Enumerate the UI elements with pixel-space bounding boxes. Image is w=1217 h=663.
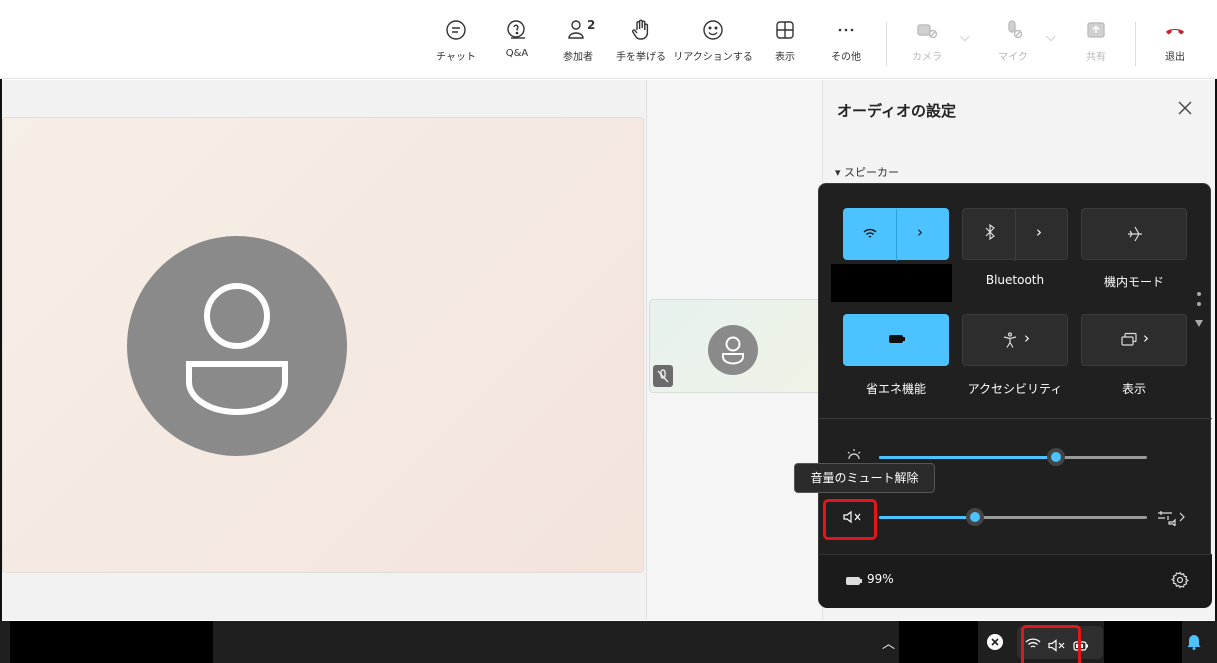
airplane-icon xyxy=(1126,225,1144,247)
show-hidden-icons-chevron-icon[interactable]: ︿ xyxy=(882,633,895,652)
battery-icon xyxy=(845,572,863,591)
bluetooth-icon xyxy=(983,223,997,244)
battery-percentage[interactable]: 99% xyxy=(867,572,894,586)
notification-bell-icon[interactable] xyxy=(1186,632,1202,654)
chat-icon xyxy=(446,20,466,40)
camera-off-icon xyxy=(917,24,938,39)
chevron-right-icon[interactable]: › xyxy=(1143,329,1149,347)
toolbar-divider xyxy=(1135,22,1136,66)
accessibility-label: アクセシビリティ xyxy=(967,382,1063,396)
chevron-right-icon[interactable]: › xyxy=(1024,329,1030,347)
highlight-box xyxy=(823,499,877,540)
display-label: 表示 xyxy=(1121,382,1146,396)
accessibility-icon xyxy=(1001,331,1019,353)
redacted-taskbar-area xyxy=(10,621,213,663)
qa-icon xyxy=(507,20,525,39)
redacted-tray-area xyxy=(899,621,978,663)
share-icon xyxy=(1087,22,1105,38)
more-dots-icon xyxy=(838,28,854,32)
battery-saver-icon xyxy=(888,333,906,349)
participants-count: 2 xyxy=(587,18,596,32)
wifi-icon xyxy=(862,225,878,245)
wifi-toggle[interactable]: › xyxy=(843,208,949,261)
main-video-tile[interactable] xyxy=(2,117,644,573)
meeting-stage xyxy=(2,80,646,620)
bluetooth-toggle[interactable]: › xyxy=(962,208,1068,261)
unmute-tooltip: 音量のミュート解除 xyxy=(794,463,935,493)
chevron-right-icon[interactable]: › xyxy=(917,223,923,241)
share-button[interactable]: 共有 xyxy=(1064,18,1128,63)
battery-saver-toggle[interactable] xyxy=(843,314,949,366)
page-down-arrow-icon[interactable] xyxy=(1195,320,1203,327)
close-icon[interactable] xyxy=(1175,98,1195,118)
mic-muted-badge xyxy=(653,365,673,387)
grid-view-icon xyxy=(776,21,794,39)
close-circle-icon[interactable] xyxy=(986,633,1004,655)
mic-button[interactable]: マイク xyxy=(981,18,1045,63)
redacted-clock-area xyxy=(1104,621,1182,663)
meeting-toolbar: チャット Q&A 参加者 2 手を挙げる リアクションする 表示 その他 カメラ… xyxy=(0,0,1217,79)
chat-button[interactable]: チャット xyxy=(424,18,488,63)
person-icon xyxy=(722,336,744,365)
bluetooth-label: Bluetooth xyxy=(985,273,1045,287)
settings-gear-icon[interactable] xyxy=(1170,571,1190,593)
airplane-mode-toggle[interactable] xyxy=(1081,208,1187,260)
mic-muted-icon xyxy=(657,369,669,383)
audio-output-select-icon[interactable] xyxy=(1156,508,1186,530)
display-toggle[interactable]: › xyxy=(1081,314,1187,366)
toolbar-divider xyxy=(886,22,887,66)
avatar xyxy=(708,325,758,375)
camera-options-chevron-icon[interactable]: ⌵ xyxy=(960,30,970,45)
quick-settings-flyout: › › Bluetooth 機内モード 省エネ機能 › アクセシビリティ › 表… xyxy=(818,183,1212,608)
highlight-box xyxy=(1021,625,1081,663)
person-icon xyxy=(186,283,288,415)
mic-options-chevron-icon[interactable]: ⌵ xyxy=(1046,30,1056,45)
hand-icon xyxy=(632,19,649,40)
redacted-network-name xyxy=(831,264,952,302)
flyout-footer: 99% xyxy=(819,554,1212,608)
accessibility-toggle[interactable]: › xyxy=(962,314,1068,366)
page-dots[interactable] xyxy=(1197,292,1201,312)
battery-saver-label: 省エネ機能 xyxy=(865,382,926,396)
leave-button[interactable]: 退出 xyxy=(1143,18,1207,63)
section-divider xyxy=(819,418,1212,419)
speaker-section-header[interactable]: ▾ スピーカー xyxy=(835,164,899,180)
self-video-tile[interactable] xyxy=(649,299,827,393)
reactions-button[interactable]: リアクションする xyxy=(668,18,758,63)
raise-hand-button[interactable]: 手を挙げる xyxy=(609,18,673,63)
smiley-icon xyxy=(703,20,723,40)
qa-button[interactable]: Q&A xyxy=(485,18,549,59)
more-button[interactable]: その他 xyxy=(814,18,878,63)
chevron-right-icon[interactable]: › xyxy=(1036,223,1042,241)
toggle-divider xyxy=(1015,209,1016,261)
participants-button[interactable]: 参加者 xyxy=(546,18,610,63)
mic-off-icon xyxy=(1008,20,1023,39)
airplane-mode-label: 機内モード xyxy=(1103,275,1164,289)
camera-button[interactable]: カメラ xyxy=(895,18,959,63)
project-display-icon xyxy=(1120,332,1138,352)
avatar xyxy=(127,236,347,456)
view-button[interactable]: 表示 xyxy=(753,18,817,63)
volume-slider[interactable] xyxy=(879,508,1147,528)
toggle-divider xyxy=(896,209,897,261)
hang-up-icon xyxy=(1166,29,1184,35)
panel-title: オーディオの設定 xyxy=(837,102,956,120)
